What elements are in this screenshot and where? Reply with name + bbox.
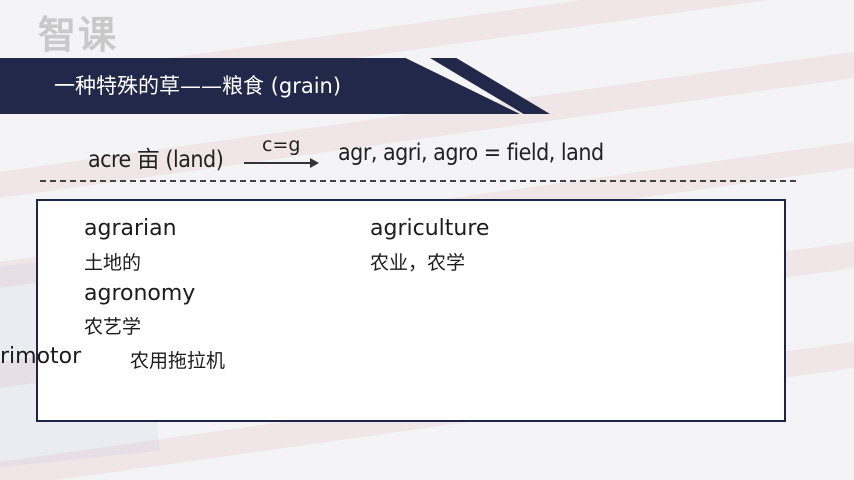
- formula-right: agr, agri, agro = field, land: [338, 140, 604, 166]
- arrow-line: [244, 162, 312, 164]
- vocab-word: rimotor: [0, 344, 82, 369]
- dashed-divider: [40, 180, 796, 182]
- vocab-word: agrarian: [84, 216, 177, 241]
- vocab-word: agriculture: [370, 216, 490, 241]
- watermark-logo: 智课: [38, 13, 119, 57]
- vocab-meaning: 农艺学: [84, 316, 142, 338]
- arrow-right-icon: [310, 158, 319, 168]
- vocab-meaning: 土地的: [84, 252, 142, 274]
- vocab-meaning: 农业，农学: [370, 252, 466, 274]
- vocab-meaning: 农用拖拉机: [130, 350, 226, 372]
- formula-left: acre 亩 (land): [88, 147, 224, 173]
- arrow-label: c=g: [262, 134, 301, 156]
- transform-arrow: c=g: [244, 134, 319, 168]
- slide-title: 一种特殊的草——粮食 (grain): [54, 74, 342, 98]
- vocab-word: agronomy: [84, 281, 196, 306]
